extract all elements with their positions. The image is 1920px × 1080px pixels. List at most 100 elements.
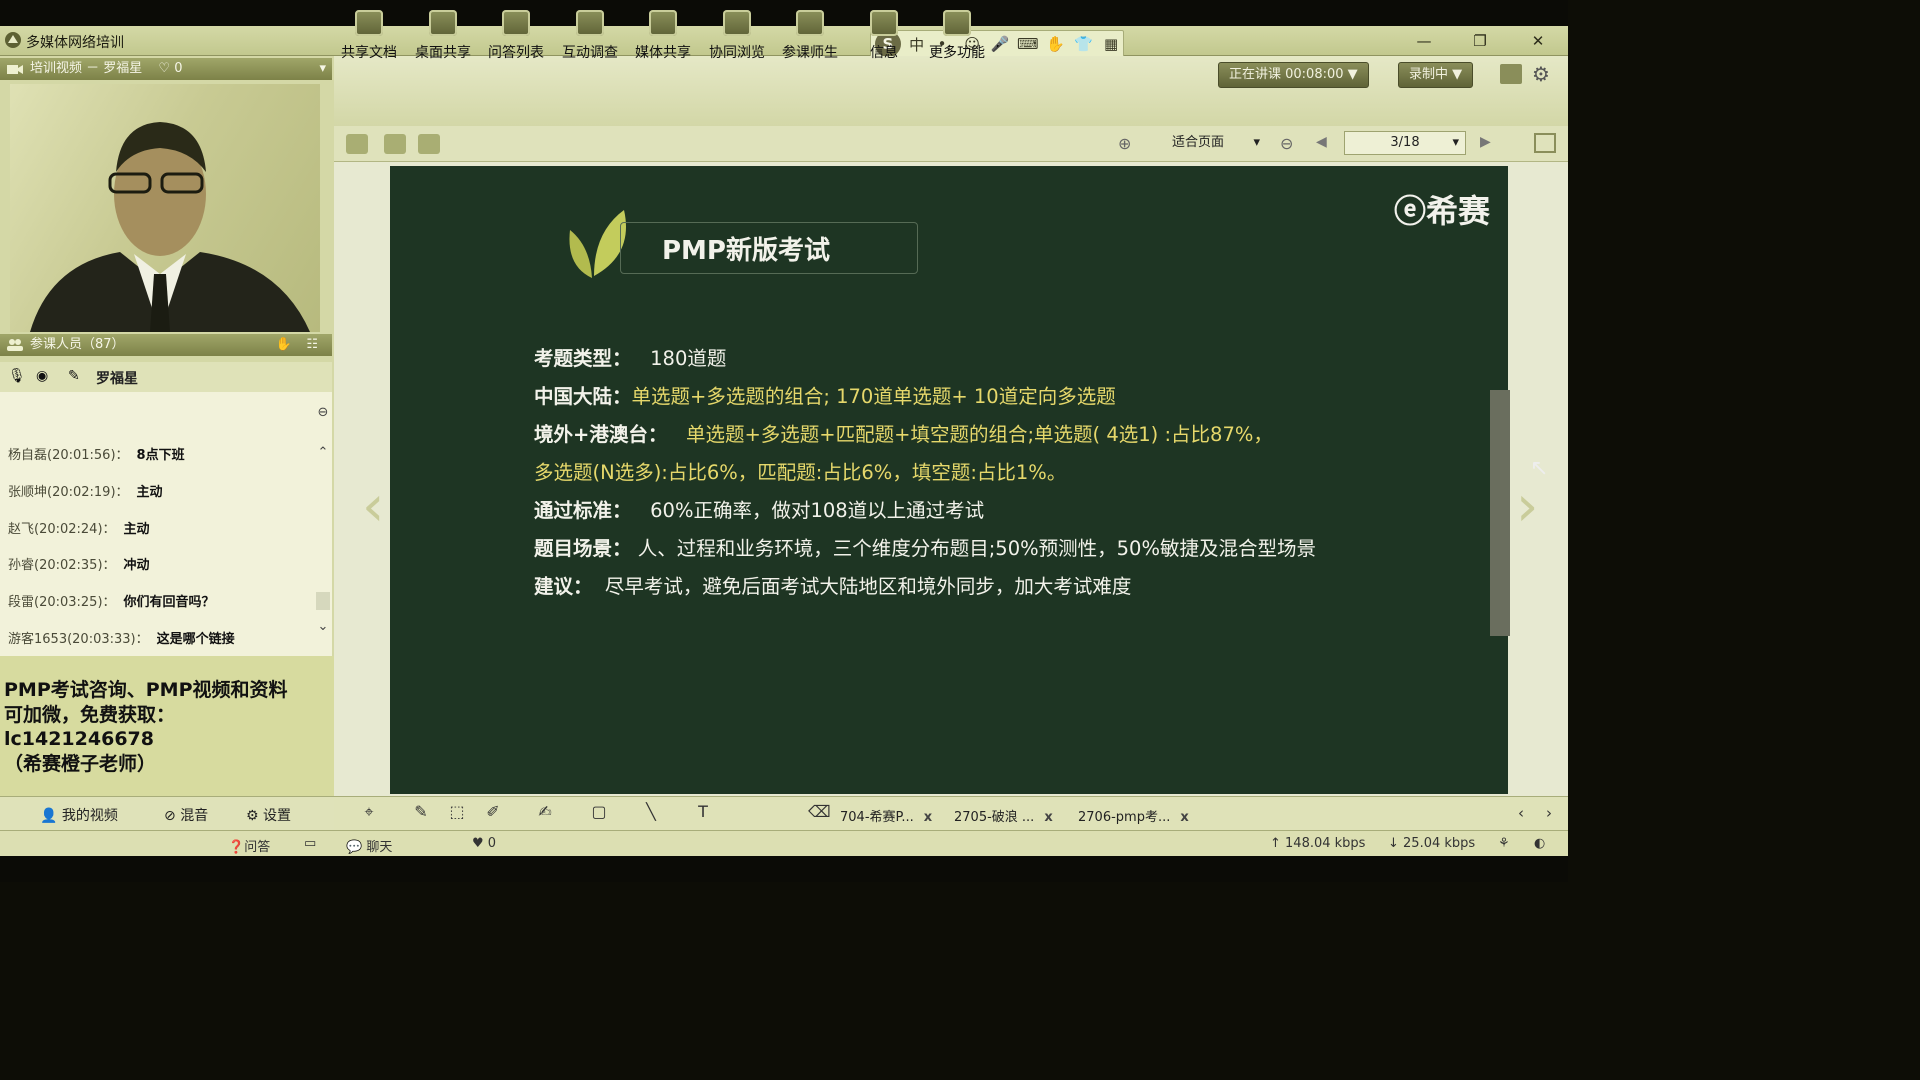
upload-rate: ↑ 148.04 kbps [1270, 836, 1366, 851]
add-document-icon[interactable] [384, 134, 406, 154]
tool-qa-list[interactable]: 问答列表 [481, 6, 551, 68]
zoom-in-icon[interactable]: ⊕ [1118, 134, 1131, 153]
close-button[interactable]: ✕ [1520, 30, 1556, 52]
slide-row-pass-standard: 通过标准： 60%正确率，做对108道以上通过考试 [534, 499, 985, 522]
slide-row-overseas-detail: 多选题(N选多):占比6%，匹配题:占比6%，填空题:占比1%。 [534, 461, 1067, 484]
scroll-up-icon[interactable]: ⌃ [314, 444, 332, 462]
panel-menu-icon[interactable]: ▾ [319, 58, 326, 80]
page-select[interactable]: 3/18 ▾ [1344, 131, 1466, 155]
chat-message: 杨自磊(20:01:56)： 8点下班 [8, 448, 185, 463]
next-page-icon[interactable]: ▶ [1480, 134, 1491, 150]
video-panel-title: 培训视频 － 罗福星 [30, 61, 143, 76]
line-tool-icon[interactable]: ╲ [640, 802, 662, 822]
speaker-icon[interactable]: ◐ [1534, 836, 1545, 851]
tool-desktop-share[interactable]: 桌面共享 [408, 6, 478, 68]
tool-co-browse[interactable]: 协同浏览 [702, 6, 772, 68]
chat-scrollbar-thumb[interactable] [316, 592, 330, 610]
participant-name: 罗福星 [96, 371, 138, 387]
chat-bubble-icon: 💬 [346, 840, 367, 855]
tool-info[interactable]: 信息 [849, 6, 919, 68]
clear-tool-icon[interactable]: ⌫ [808, 802, 831, 822]
restore-button[interactable]: ❐ [1462, 30, 1498, 52]
scroll-down-icon[interactable]: ⌄ [314, 618, 332, 636]
settings-gear-icon[interactable]: ⚙ [1532, 62, 1550, 86]
zoom-select[interactable]: 适合页面 ▾ [1162, 131, 1270, 155]
tool-participants[interactable]: 参课师生 [775, 6, 845, 68]
question-icon: ❓ [228, 840, 245, 855]
tool-share-document[interactable]: 共享文档 [334, 6, 404, 68]
slide-row-question-type: 考题类型： 180道题 [534, 347, 727, 370]
close-tab-icon[interactable]: x [1180, 810, 1188, 825]
presenter-icon: ✎ [68, 368, 80, 384]
text-tool-icon[interactable]: T [692, 802, 714, 822]
highlighter-tool-icon[interactable]: ✍ [534, 802, 556, 822]
select-tool-icon[interactable]: ⬚ [446, 802, 468, 822]
document-icon [355, 10, 383, 36]
info-icon [870, 10, 898, 36]
chat-message: 段雷(20:03:25)： 你们有回音吗？ [8, 595, 215, 610]
annotation-toolbar [334, 796, 1568, 830]
tool-more[interactable]: 更多功能 [922, 6, 992, 68]
chat-panel: ⊖ 杨自磊(20:01:56)： 8点下班 张顺坤(20:02:19)： 主动 赵飞… [0, 392, 332, 656]
doc-tab[interactable]: 704-希赛P... x [840, 806, 932, 825]
chat-message: 游客1653(20:03:33)： 这是哪个链接 [8, 632, 235, 647]
gear-icon: ⚙ [246, 808, 264, 824]
desktop-icon [429, 10, 457, 36]
participants-settings-icon[interactable]: ☷ [306, 334, 318, 356]
document-manager-icon[interactable] [418, 134, 440, 154]
layout-icon[interactable] [1500, 64, 1522, 84]
prev-page-icon[interactable]: ◀ [1316, 134, 1327, 150]
heart-icon: ♡ [158, 61, 171, 76]
chat-tab[interactable]: 💬 聊天 [346, 836, 392, 855]
camera-icon: ◉ [36, 368, 49, 384]
video-like-count: 0 [174, 61, 183, 76]
presenter-video-image [30, 122, 310, 332]
prev-slide-arrow-icon[interactable]: ‹ [362, 474, 384, 539]
video-panel-header: 培训视频 － 罗福星 ♡ 0 ▾ [0, 58, 332, 80]
tab-scroll-left-icon[interactable]: ‹ [1518, 804, 1524, 822]
minimize-qa-icon[interactable]: ▭ [304, 836, 316, 851]
chevron-down-icon: ▾ [1253, 135, 1260, 150]
doc-tab[interactable]: 2706-pmp考... x [1078, 806, 1189, 825]
minimize-button[interactable]: — [1406, 30, 1442, 52]
my-video-button[interactable]: 👤 我的视频 [40, 805, 118, 825]
window-title: 多媒体网络培训 [26, 35, 124, 51]
doc-tab[interactable]: 2705-破浪 ... x [954, 806, 1053, 825]
close-tab-icon[interactable]: x [1044, 810, 1052, 825]
network-icon[interactable]: ⚘ [1498, 836, 1510, 851]
mix-audio-button[interactable]: ⊘ 混音 [164, 805, 208, 825]
close-tab-icon[interactable]: x [924, 810, 932, 825]
participant-row[interactable]: 🎙 ◉ ✎ 罗福星 [0, 362, 332, 392]
download-rate: ↓ 25.04 kbps [1388, 836, 1476, 851]
ime-item[interactable]: ✋ [1044, 35, 1068, 53]
next-slide-arrow-icon[interactable]: › [1516, 474, 1538, 539]
recording-button[interactable]: 录制中 ▼ [1398, 62, 1474, 88]
left-bottom-bar: 👤 我的视频 ⊘ 混音 ⚙ 设置 [0, 796, 334, 830]
pen-tool-icon[interactable]: ✎ [410, 802, 432, 822]
qa-tab[interactable]: ❓问答 [228, 836, 270, 855]
browser-icon [723, 10, 751, 36]
users-icon [7, 339, 23, 351]
lecture-status-button[interactable]: 正在讲课 00:08:00 ▼ [1218, 62, 1369, 88]
tool-media-share[interactable]: 媒体共享 [628, 6, 698, 68]
survey-icon [576, 10, 604, 36]
likes-counter[interactable]: ♥ 0 [472, 836, 496, 851]
brush-tool-icon[interactable]: ✐ [482, 802, 504, 822]
mixer-icon: ⊘ [164, 808, 181, 824]
settings-button[interactable]: ⚙ 设置 [246, 805, 291, 825]
upload-arrow-icon: ↑ [1270, 836, 1286, 851]
tool-survey[interactable]: 互动调查 [555, 6, 625, 68]
collapse-chat-icon[interactable]: ⊖ [314, 404, 332, 422]
tab-scroll-right-icon[interactable]: › [1546, 804, 1552, 822]
rectangle-tool-icon[interactable]: ▢ [588, 802, 610, 822]
leaf-icon [569, 210, 626, 278]
open-folder-icon[interactable] [346, 134, 368, 154]
ime-item[interactable]: ⌨ [1016, 35, 1040, 53]
ime-item[interactable]: ▦ [1099, 35, 1123, 53]
raise-hand-icon[interactable]: ✋ [276, 334, 292, 356]
heart-icon: ♥ [472, 836, 488, 851]
ime-item[interactable]: 👕 [1071, 35, 1095, 53]
fullscreen-icon[interactable] [1534, 133, 1556, 153]
zoom-out-icon[interactable]: ⊖ [1280, 134, 1293, 153]
pointer-tool-icon[interactable]: ⌖ [358, 802, 380, 822]
